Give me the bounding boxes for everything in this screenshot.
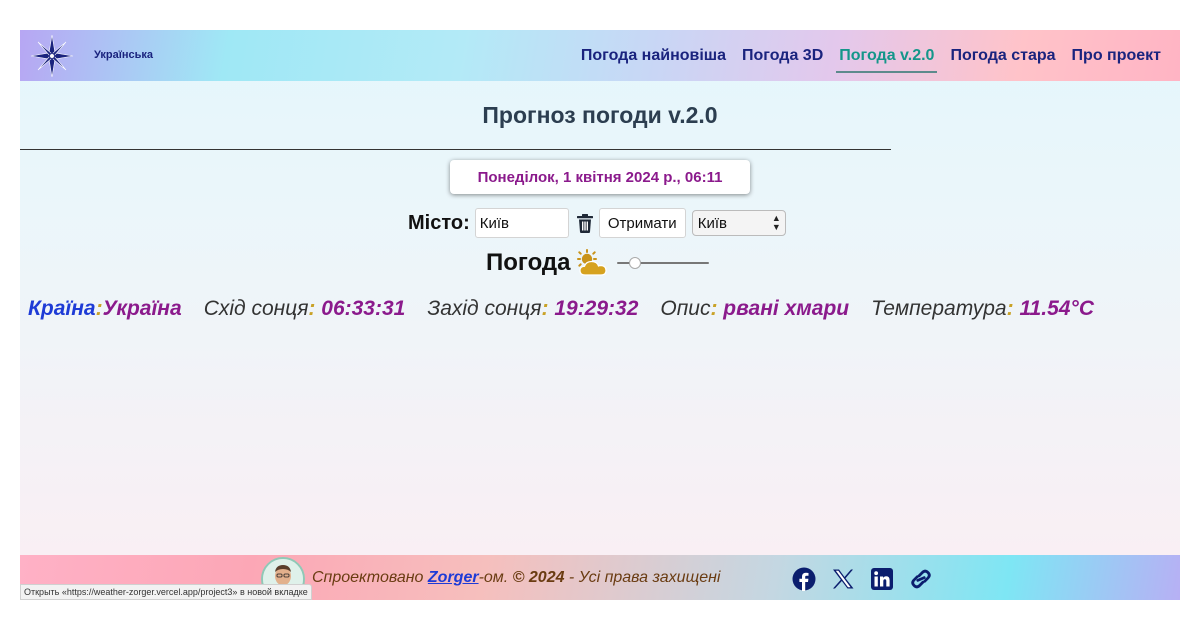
sunset-key: Захід сонця bbox=[427, 297, 542, 320]
sun-behind-cloud-icon bbox=[576, 249, 607, 276]
city-form: Місто: Отримати Київ ▲▼ bbox=[408, 208, 786, 238]
nav-weather-v2[interactable]: Погода v.2.0 bbox=[836, 47, 938, 73]
footer-copyright: Спроектовано Zorger-ом. © 2024 - Усі пра… bbox=[312, 569, 720, 587]
rights-text: - Усі права захищені bbox=[564, 569, 721, 586]
nav-about-project[interactable]: Про проект bbox=[1072, 47, 1161, 65]
author-link[interactable]: Zorger bbox=[428, 569, 479, 586]
x-icon[interactable] bbox=[831, 567, 855, 591]
select-arrows-icon: ▲ ▼ bbox=[771, 213, 781, 232]
compass-rose-logo-icon[interactable] bbox=[30, 34, 74, 78]
sunrise-key: Схід сонця bbox=[203, 297, 309, 320]
divider bbox=[20, 149, 891, 150]
get-weather-button[interactable]: Отримати bbox=[598, 208, 686, 238]
slider-thumb[interactable] bbox=[628, 257, 641, 269]
weather-slider[interactable] bbox=[616, 255, 709, 271]
weather-label: Погода bbox=[486, 249, 571, 276]
trash-icon[interactable] bbox=[574, 208, 596, 238]
city-select[interactable]: Київ ▲ ▼ bbox=[691, 210, 786, 236]
current-date: Понеділок, 1 квітня 2024 р., 06:11 bbox=[450, 160, 750, 194]
footer-suffix: -ом. bbox=[478, 569, 513, 586]
sunset-value: 19:29:32 bbox=[554, 297, 639, 320]
facebook-icon[interactable] bbox=[792, 567, 816, 591]
city-label: Місто: bbox=[408, 211, 470, 234]
temperature-key: Температура bbox=[871, 297, 1007, 320]
colon: : bbox=[541, 297, 549, 320]
country-value: Україна bbox=[102, 297, 182, 320]
footer-prefix: Спроектовано bbox=[312, 569, 428, 586]
main-nav: Погода найновіша Погода 3D Погода v.2.0 … bbox=[581, 30, 1161, 81]
colon: : bbox=[710, 297, 718, 320]
colon: : bbox=[1006, 297, 1014, 320]
page: Українська Погода найновіша Погода 3D По… bbox=[20, 30, 1180, 600]
nav-weather-3d[interactable]: Погода 3D bbox=[742, 47, 823, 65]
status-bar-tooltip: Открыть «https://weather-zorger.vercel.a… bbox=[20, 584, 312, 600]
sunrise-value: 06:33:31 bbox=[321, 297, 406, 320]
copyright-year: © 2024 bbox=[512, 569, 565, 586]
temperature-value: 11.54°C bbox=[1019, 297, 1094, 320]
nav-weather-old[interactable]: Погода стара bbox=[950, 47, 1055, 65]
page-title: Прогноз погоди v.2.0 bbox=[482, 102, 718, 128]
city-select-value: Київ bbox=[697, 214, 728, 232]
weather-info: Країна: Україна Схід сонця: 06:33:31 Захі… bbox=[28, 295, 1178, 323]
weather-heading: Погода bbox=[486, 248, 709, 278]
country-key: Країна bbox=[28, 297, 96, 320]
description-key: Опис bbox=[660, 297, 711, 320]
header: Українська Погода найновіша Погода 3D По… bbox=[20, 30, 1180, 81]
colon: : bbox=[95, 297, 103, 320]
language-selector[interactable]: Українська bbox=[94, 49, 153, 61]
description-value: рвані хмари bbox=[723, 297, 850, 320]
social-links bbox=[792, 567, 933, 591]
link-icon[interactable] bbox=[909, 567, 933, 591]
nav-weather-latest[interactable]: Погода найновіша bbox=[581, 47, 726, 65]
city-input[interactable] bbox=[474, 208, 569, 238]
linkedin-icon[interactable] bbox=[870, 567, 894, 591]
colon: : bbox=[308, 297, 316, 320]
